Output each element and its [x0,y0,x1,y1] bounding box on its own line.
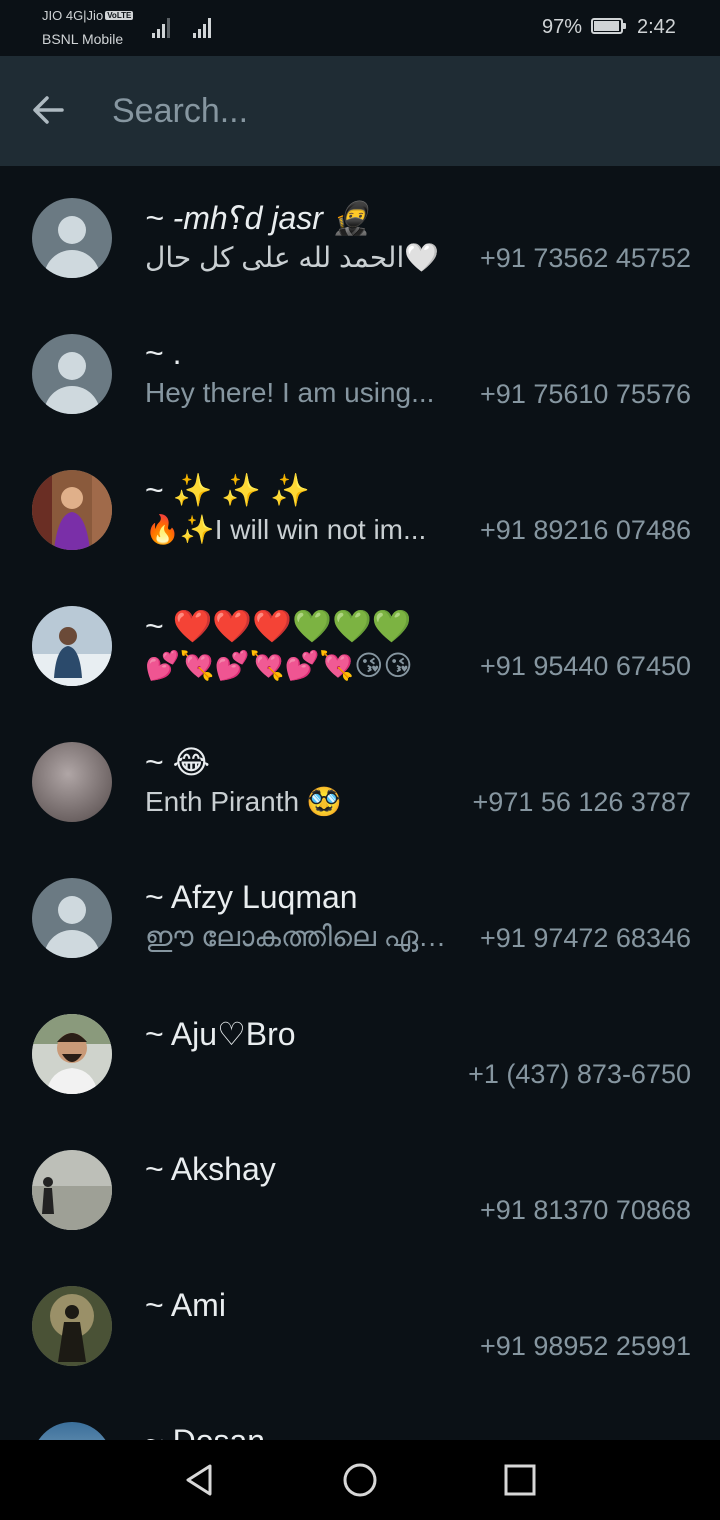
contact-row[interactable]: ~ Aju♡Bro +1 (437) 873-6750 [0,982,720,1118]
default-avatar-icon [32,878,112,958]
carrier-primary-label: JIO 4G|Jio [42,8,104,23]
contact-phone: +91 89216 07486 [480,515,691,545]
carrier-secondary: BSNL Mobile [42,31,124,47]
contact-name: ~ Dosan [145,1423,265,1440]
volte-badge: VoLTE [105,11,134,20]
contact-phone: +91 81370 70868 [480,1195,691,1225]
contact-phone: +91 98952 25991 [480,1331,691,1361]
signal-strength-icon [152,14,174,38]
contact-name: ~ . [145,335,182,371]
contact-phone: +91 75610 75576 [480,379,691,409]
contact-phone: +91 97472 68346 [480,923,691,953]
search-input[interactable] [112,86,672,136]
contact-name: ~ ✨ ✨ ✨ [145,472,310,508]
contact-name: ~ Aju♡Bro [145,1016,296,1052]
arrow-back-icon[interactable] [30,92,66,128]
contact-name: ~ Akshay [145,1151,276,1187]
contact-name: ~ ❤️❤️❤️💚💚💚 [145,608,412,644]
contact-name: ~ Afzy Luqman [145,879,358,915]
contact-about: 💕💘💕💘💕💘😘😘 [145,650,413,681]
contact-phone: +1 (437) 873-6750 [468,1059,691,1089]
circle-home-icon[interactable] [340,1460,380,1500]
contact-row[interactable]: ~ 😂 Enth Piranth 🥸 +971 56 126 3787 [0,710,720,846]
contact-row[interactable]: ~ Afzy Luqman ഈ ലോകത്തിലെ ഏറ്റ... +91 97… [0,846,720,982]
clock: 2:42 [637,16,676,38]
default-avatar-icon [32,198,112,278]
contact-phone: +91 95440 67450 [480,651,691,681]
contact-row[interactable]: ~ Dosan [0,1390,720,1440]
contact-about: ഈ ലോകത്തിലെ ഏറ്റ... [145,921,455,952]
contact-list: ~ -mh⸮d jasr 🥷 الحمد لله على كل حال🤍 +91… [0,166,720,1440]
triangle-back-icon[interactable] [180,1460,220,1500]
contact-row[interactable]: ~ Akshay +91 81370 70868 [0,1118,720,1254]
battery-percentage: 97% [542,16,583,38]
contact-about: 🔥✨I will win not im... [145,514,427,545]
contact-name: ~ -mh⸮d jasr 🥷 [145,200,372,236]
default-avatar-icon [32,334,112,414]
contact-phone: +971 56 126 3787 [472,787,691,817]
signal-strength-icon [193,14,215,38]
search-header [0,56,720,166]
battery-icon [591,18,626,34]
contact-row[interactable]: ~ ✨ ✨ ✨ 🔥✨I will win not im... +91 89216… [0,438,720,574]
contact-row[interactable]: ~ -mh⸮d jasr 🥷 الحمد لله على كل حال🤍 +91… [0,166,720,302]
navigation-bar [0,1440,720,1520]
status-bar: JIO 4G|Jio VoLTE BSNL Mobile 97% 2:42 [0,0,720,56]
contact-name: ~ 😂 [145,744,210,780]
contact-row[interactable]: ~ Ami +91 98952 25991 [0,1254,720,1390]
contact-row[interactable]: ~ ❤️❤️❤️💚💚💚 💕💘💕💘💕💘😘😘 +91 95440 67450 [0,574,720,710]
avatar [32,1422,112,1440]
avatar [32,1150,112,1230]
contact-row[interactable]: ~ . Hey there! I am using... +91 75610 7… [0,302,720,438]
square-recents-icon[interactable] [500,1460,540,1500]
avatar [32,1014,112,1094]
contact-phone: +91 73562 45752 [480,243,691,273]
carrier-primary: JIO 4G|Jio VoLTE [42,8,134,23]
avatar [32,606,112,686]
contact-name: ~ Ami [145,1287,226,1323]
avatar [32,1286,112,1366]
contact-about: Enth Piranth 🥸 [145,786,342,817]
contact-about: Hey there! I am using... [145,377,435,408]
contact-about: الحمد لله على كل حال🤍 [145,242,440,273]
avatar [32,742,112,822]
avatar [32,470,112,550]
